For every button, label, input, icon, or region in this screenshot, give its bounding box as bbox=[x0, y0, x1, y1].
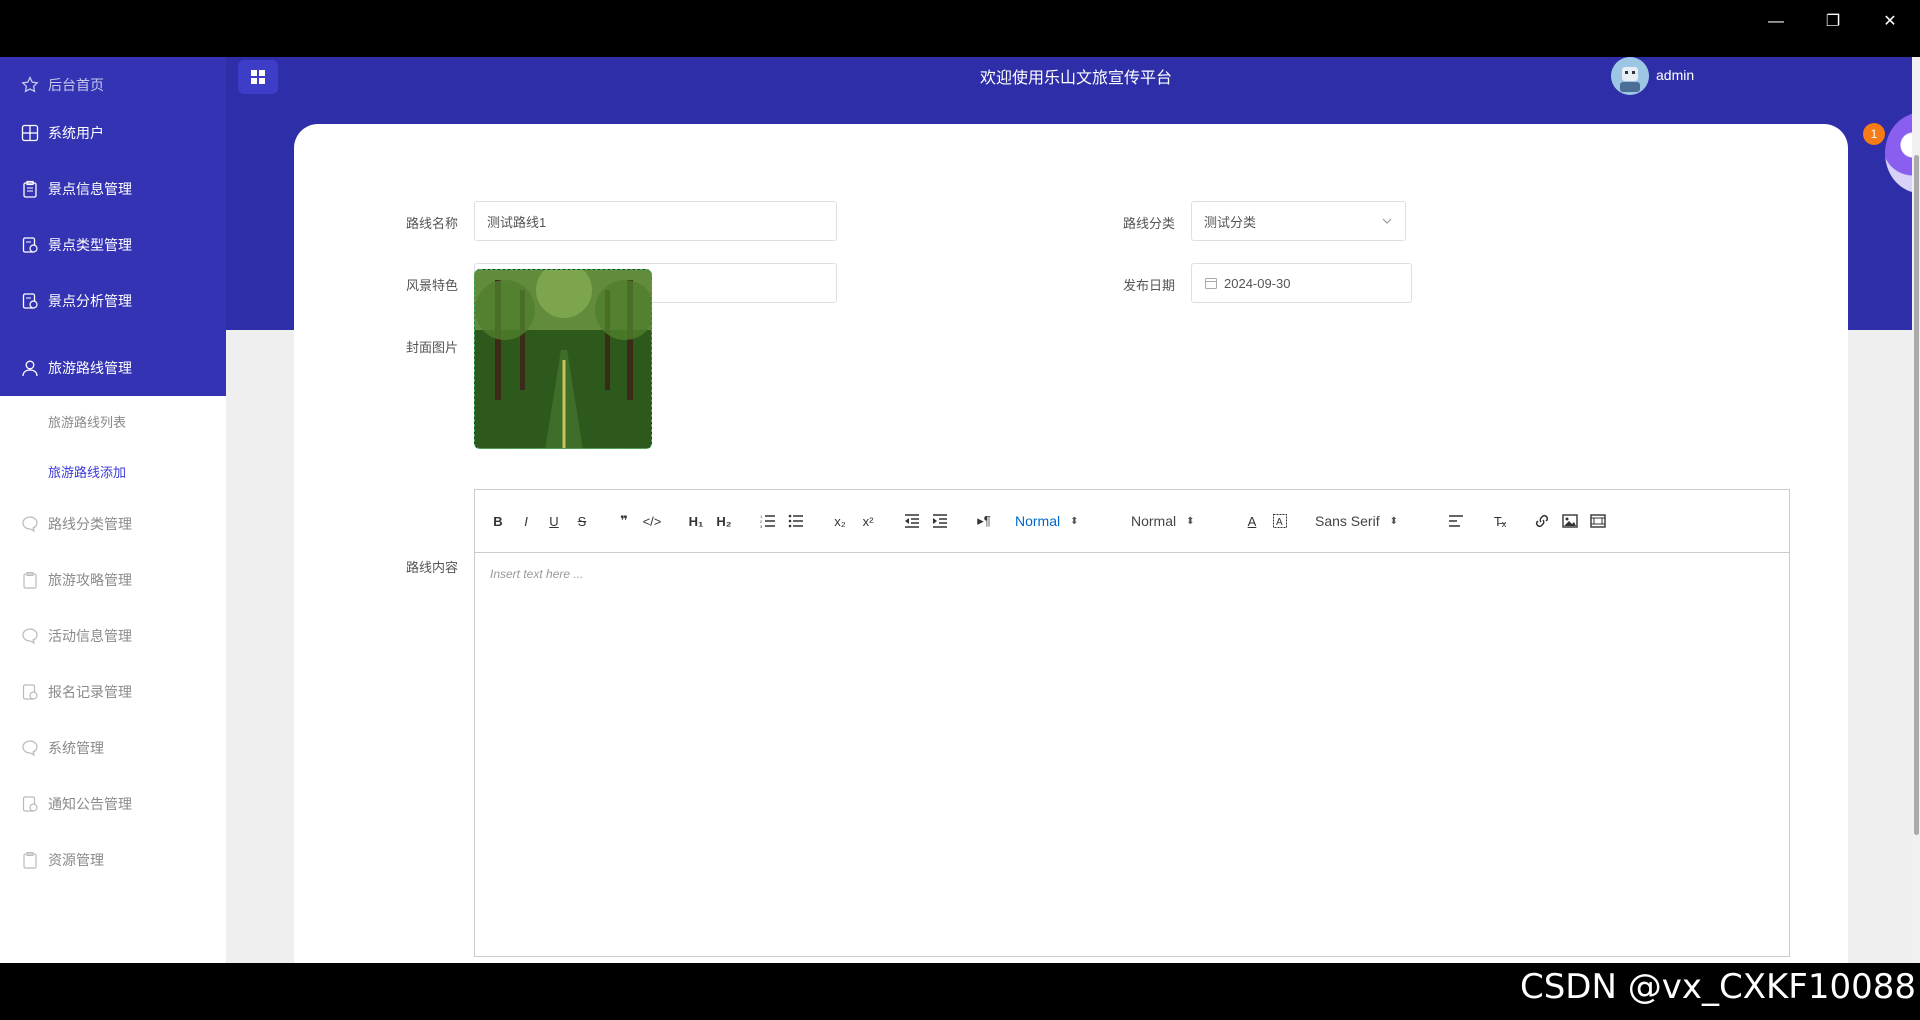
document-icon bbox=[20, 291, 40, 311]
chat-icon bbox=[20, 626, 40, 646]
bullet-list-icon[interactable] bbox=[785, 510, 807, 532]
font-color-icon[interactable]: A bbox=[1241, 510, 1263, 532]
close-icon[interactable]: ✕ bbox=[1878, 10, 1902, 34]
outdent-icon[interactable] bbox=[901, 510, 923, 532]
code-block-icon[interactable]: </> bbox=[641, 510, 663, 532]
category-select[interactable]: 测试分类 bbox=[1191, 201, 1406, 241]
sidebar: 后台首页 系统用户 景点信息管理 景点类型管理 景点分析管理 旅游路线管理 旅游… bbox=[0, 57, 226, 963]
header-picker[interactable]: Normal ⬍ bbox=[1015, 510, 1111, 532]
grid-icon bbox=[20, 123, 40, 143]
document-icon bbox=[20, 794, 40, 814]
route-name-input[interactable]: 测试路线1 bbox=[474, 201, 837, 241]
chat-icon bbox=[20, 738, 40, 758]
sidebar-item-activity-info[interactable]: 活动信息管理 bbox=[0, 608, 226, 664]
clipboard-icon bbox=[20, 570, 40, 590]
chevron-down-icon bbox=[1382, 218, 1392, 224]
route-form-card: 路线名称 测试路线1 路线分类 测试分类 风景特色 xx特色 发布日期 2024… bbox=[294, 124, 1848, 963]
size-picker[interactable]: Normal ⬍ bbox=[1131, 510, 1227, 532]
picker-arrow-icon: ⬍ bbox=[1070, 515, 1079, 527]
menu-toggle-button[interactable] bbox=[238, 60, 278, 94]
minimize-icon[interactable]: — bbox=[1764, 10, 1788, 34]
svg-text:3: 3 bbox=[760, 524, 763, 528]
publish-date-label: 发布日期 bbox=[1123, 278, 1176, 293]
calendar-icon bbox=[1205, 278, 1217, 289]
sidebar-item-route-category[interactable]: 路线分类管理 bbox=[0, 496, 226, 552]
ordered-list-icon[interactable]: 123 bbox=[757, 510, 779, 532]
cover-image bbox=[475, 270, 651, 448]
picker-arrow-icon: ⬍ bbox=[1389, 515, 1398, 527]
font-picker[interactable]: Sans Serif ⬍ bbox=[1315, 510, 1425, 532]
publish-date-picker[interactable]: 2024-09-30 bbox=[1191, 263, 1412, 303]
sidebar-item-registration-records[interactable]: 报名记录管理 bbox=[0, 664, 226, 720]
chat-icon bbox=[20, 514, 40, 534]
sidebar-item-scenic-analysis[interactable]: 景点分析管理 bbox=[0, 273, 226, 329]
indent-icon[interactable] bbox=[929, 510, 951, 532]
grid-icon bbox=[251, 70, 265, 84]
video-icon[interactable] bbox=[1587, 510, 1609, 532]
sidebar-item-notice-management[interactable]: 通知公告管理 bbox=[0, 776, 226, 832]
feature-label: 风景特色 bbox=[406, 278, 459, 293]
route-name-label: 路线名称 bbox=[406, 216, 459, 231]
star-icon bbox=[20, 75, 40, 95]
heading1-icon[interactable]: H₁ bbox=[685, 510, 707, 532]
watermark: CSDN @vx_CXKF10088 bbox=[1519, 967, 1916, 1007]
editor-toolbar: B I U S ❞ </> H₁ H₂ 123 x₂ x² ▸¶ Normal … bbox=[475, 490, 1789, 553]
user-name[interactable]: admin bbox=[1656, 67, 1694, 83]
superscript-icon[interactable]: x² bbox=[857, 510, 879, 532]
scrollbar-thumb[interactable] bbox=[1914, 155, 1919, 835]
sidebar-subitem-route-list[interactable]: 旅游路线列表 bbox=[0, 397, 226, 445]
maximize-icon[interactable]: ❐ bbox=[1821, 10, 1845, 34]
clipboard-icon bbox=[20, 179, 40, 199]
bold-icon[interactable]: B bbox=[487, 510, 509, 532]
picker-arrow-icon: ⬍ bbox=[1186, 515, 1195, 527]
user-icon bbox=[20, 358, 40, 378]
avatar[interactable] bbox=[1611, 57, 1649, 95]
notification-badge[interactable]: 1 bbox=[1863, 123, 1885, 145]
sidebar-item-scenic-type[interactable]: 景点类型管理 bbox=[0, 217, 226, 273]
window-titlebar: — ❐ ✕ bbox=[0, 0, 1920, 57]
sidebar-item-travel-guide[interactable]: 旅游攻略管理 bbox=[0, 552, 226, 608]
document-icon bbox=[20, 682, 40, 702]
sidebar-item-route-management[interactable]: 旅游路线管理 bbox=[0, 340, 226, 396]
category-label: 路线分类 bbox=[1123, 216, 1176, 231]
clipboard-icon bbox=[20, 850, 40, 870]
sidebar-subitem-route-add[interactable]: 旅游路线添加 bbox=[0, 447, 226, 495]
text-direction-icon[interactable]: ▸¶ bbox=[973, 510, 995, 532]
cover-image-upload[interactable] bbox=[474, 269, 652, 449]
sidebar-item-scenic-info[interactable]: 景点信息管理 bbox=[0, 161, 226, 217]
heading2-icon[interactable]: H₂ bbox=[713, 510, 735, 532]
cover-label: 封面图片 bbox=[406, 340, 459, 355]
sidebar-item-resource-management[interactable]: 资源管理 bbox=[0, 832, 226, 888]
background-color-icon[interactable]: A bbox=[1269, 510, 1291, 532]
rich-text-editor: B I U S ❞ </> H₁ H₂ 123 x₂ x² ▸¶ Normal … bbox=[474, 489, 1790, 957]
document-icon bbox=[20, 235, 40, 255]
sidebar-item-system-management[interactable]: 系统管理 bbox=[0, 720, 226, 776]
avatar-icon bbox=[1611, 57, 1649, 95]
app-frame: 欢迎使用乐山文旅宣传平台 admin 后台首页 系统用户 景点信息管理 景点类型… bbox=[0, 57, 1920, 963]
editor-content-area[interactable]: Insert text here ... bbox=[475, 553, 1789, 956]
link-icon[interactable] bbox=[1531, 510, 1553, 532]
underline-icon[interactable]: U bbox=[543, 510, 565, 532]
bottom-bar: CSDN @vx_CXKF10088 bbox=[0, 963, 1920, 1020]
strikethrough-icon[interactable]: S bbox=[571, 510, 593, 532]
content-label: 路线内容 bbox=[406, 560, 459, 575]
sidebar-item-system-users[interactable]: 系统用户 bbox=[0, 105, 226, 161]
italic-icon[interactable]: I bbox=[515, 510, 537, 532]
page-title: 欢迎使用乐山文旅宣传平台 bbox=[979, 70, 1172, 87]
image-icon[interactable] bbox=[1559, 510, 1581, 532]
subscript-icon[interactable]: x₂ bbox=[829, 510, 851, 532]
svg-text:A: A bbox=[1276, 517, 1283, 528]
clear-format-icon[interactable]: T̶ₓ bbox=[1489, 510, 1511, 532]
align-icon[interactable] bbox=[1445, 510, 1467, 532]
blockquote-icon[interactable]: ❞ bbox=[613, 510, 635, 532]
